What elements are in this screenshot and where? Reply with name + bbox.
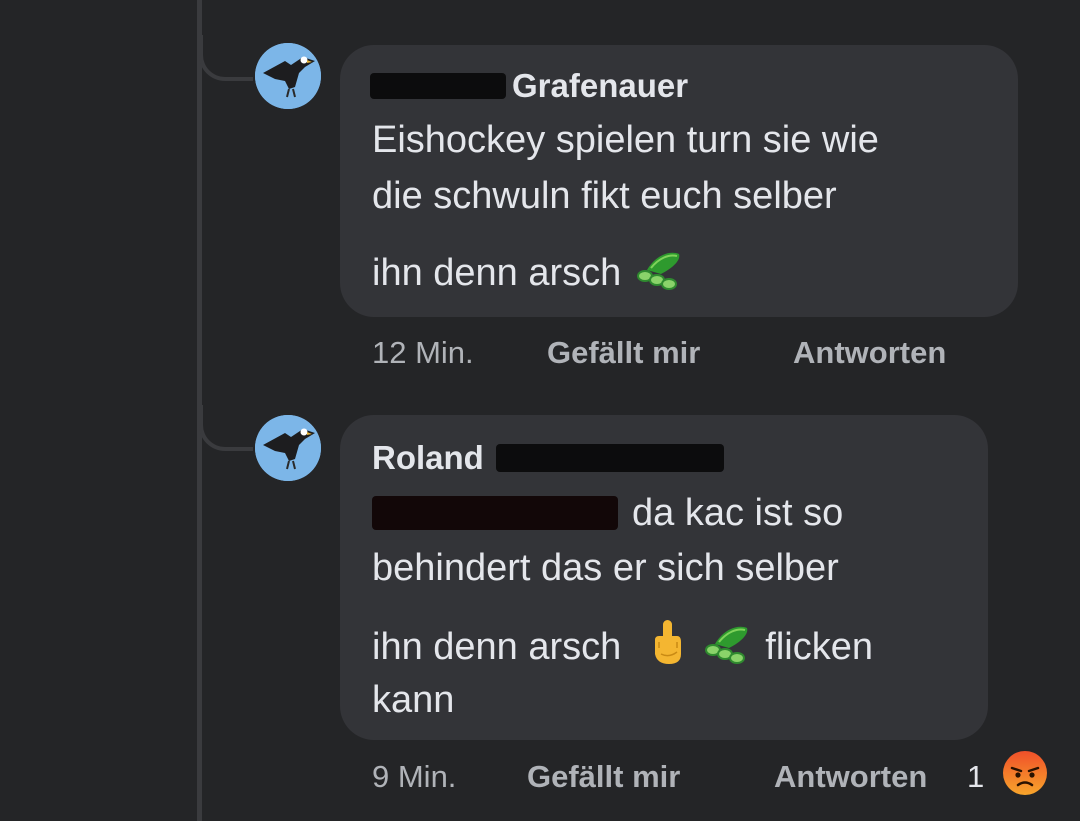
comment-text: da kac ist so [632, 492, 844, 534]
comment-author[interactable]: Roland [372, 439, 484, 477]
avatar[interactable] [255, 415, 321, 481]
redaction-bar [495, 444, 724, 472]
comment-text-line: behindert das er sich selber [372, 547, 839, 589]
eagle-avatar-icon [255, 43, 321, 109]
middle-finger-icon [651, 618, 683, 676]
reply-button[interactable]: Antworten [774, 759, 927, 795]
comment-text: ihn denn arsch [372, 626, 622, 668]
redaction-bar [372, 496, 618, 530]
like-button[interactable]: Gefällt mir [527, 759, 680, 795]
like-button[interactable]: Gefällt mir [547, 335, 700, 371]
comment-author[interactable]: Grafenauer [512, 67, 688, 105]
avatar[interactable] [255, 43, 321, 109]
comment-text-line: ihn denn arsch [372, 246, 683, 300]
comment-text: flicken [765, 626, 874, 668]
comment-text-line: ihn denn arsch flicken [372, 618, 873, 676]
cucumber-icon [633, 246, 683, 300]
redaction-bar [370, 73, 506, 99]
eagle-avatar-icon [255, 415, 321, 481]
cucumber-icon [701, 620, 751, 674]
comment-text-line: die schwuln fikt euch selber [372, 175, 837, 217]
comment-timestamp[interactable]: 9 Min. [372, 759, 456, 795]
comment-text-line: Eishockey spielen turn sie wie [372, 119, 879, 161]
thread-branch [199, 35, 253, 81]
angry-face-icon[interactable] [1001, 749, 1049, 797]
comment-text: ihn denn arsch [372, 252, 622, 294]
comment-text-line: da kac ist so [372, 491, 843, 535]
comment-bubble: Grafenauer Eishockey spielen turn sie wi… [340, 45, 1018, 317]
thread-branch [199, 405, 253, 451]
comment-timestamp[interactable]: 12 Min. [372, 335, 474, 371]
reaction-count[interactable]: 1 [967, 759, 984, 795]
comment-text-line: kann [372, 679, 455, 721]
reply-button[interactable]: Antworten [793, 335, 946, 371]
comment-bubble: Roland da kac ist so behindert das er si… [340, 415, 988, 740]
